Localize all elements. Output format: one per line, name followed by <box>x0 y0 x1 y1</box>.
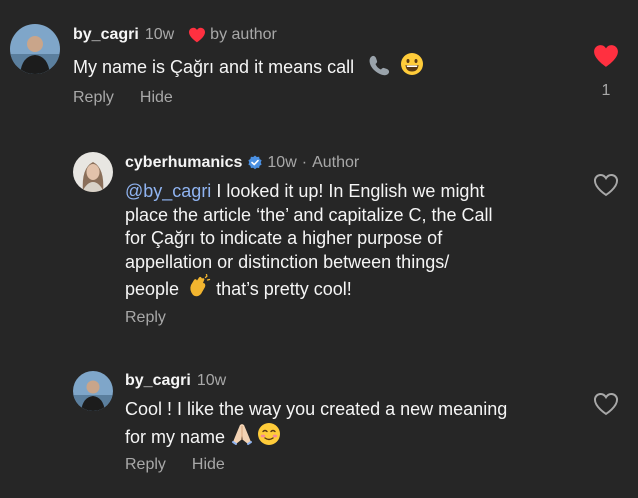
comment-text: Cool ! I like the way you created a new … <box>125 398 585 452</box>
hide-button[interactable]: Hide <box>140 88 173 108</box>
like-button[interactable] <box>593 44 619 73</box>
grinning-emoji <box>400 52 424 83</box>
avatar[interactable] <box>73 371 113 411</box>
telephone-emoji <box>367 54 391 83</box>
clapping-hands-emoji <box>187 273 211 305</box>
smiling-emoji <box>257 422 281 453</box>
like-count: 1 <box>601 82 611 99</box>
comment-meta: by_cagri 10w <box>125 371 226 391</box>
timestamp: 10w <box>196 372 227 389</box>
comment-text: @by_cagri I looked it up! In English we … <box>125 180 585 305</box>
heart-filled-icon <box>188 27 206 43</box>
user-mention-link[interactable]: @by_cagri <box>125 181 211 201</box>
reply-button[interactable]: Reply <box>125 308 166 328</box>
timestamp: 10w <box>267 154 297 171</box>
avatar[interactable] <box>10 24 60 74</box>
reply-button[interactable]: Reply <box>125 455 166 475</box>
author-label: Author <box>312 154 360 171</box>
heart-outline-icon <box>593 174 619 197</box>
comment-3: by_cagri 10w Cool ! I like the way you c… <box>0 360 638 498</box>
comment-text-content: My name is Çağrı and it means call <box>73 57 355 77</box>
avatar[interactable] <box>73 152 113 192</box>
avatar-photo-icon <box>73 371 113 411</box>
timestamp: 10w <box>144 26 175 43</box>
comment-text: My name is Çağrı and it means call <box>73 52 424 83</box>
comment-meta: cyberhumanics 10w · Author <box>125 153 360 173</box>
comment-actions: Reply <box>125 308 166 328</box>
hide-button[interactable]: Hide <box>192 455 225 475</box>
comment-2: cyberhumanics 10w · Author @by_cagri I l… <box>0 140 638 340</box>
liked-by-author-label: by author <box>210 26 277 43</box>
comment-meta: by_cagri 10w by author <box>73 25 277 45</box>
folded-hands-emoji <box>231 422 253 453</box>
comment-actions: Reply Hide <box>125 455 225 475</box>
reply-button[interactable]: Reply <box>73 88 114 108</box>
username[interactable]: by_cagri <box>125 371 191 391</box>
comment-1: by_cagri 10w by author My name is Çağrı … <box>0 0 638 130</box>
verified-badge-icon <box>247 155 263 171</box>
like-button[interactable] <box>593 392 619 421</box>
like-button[interactable] <box>593 173 619 202</box>
username[interactable]: by_cagri <box>73 25 139 45</box>
heart-outline-icon <box>593 393 619 416</box>
avatar-photo-icon <box>73 152 113 192</box>
heart-filled-icon <box>594 45 618 67</box>
username[interactable]: cyberhumanics <box>125 153 242 173</box>
avatar-photo-icon <box>10 24 60 74</box>
comment-actions: Reply Hide <box>73 88 173 108</box>
